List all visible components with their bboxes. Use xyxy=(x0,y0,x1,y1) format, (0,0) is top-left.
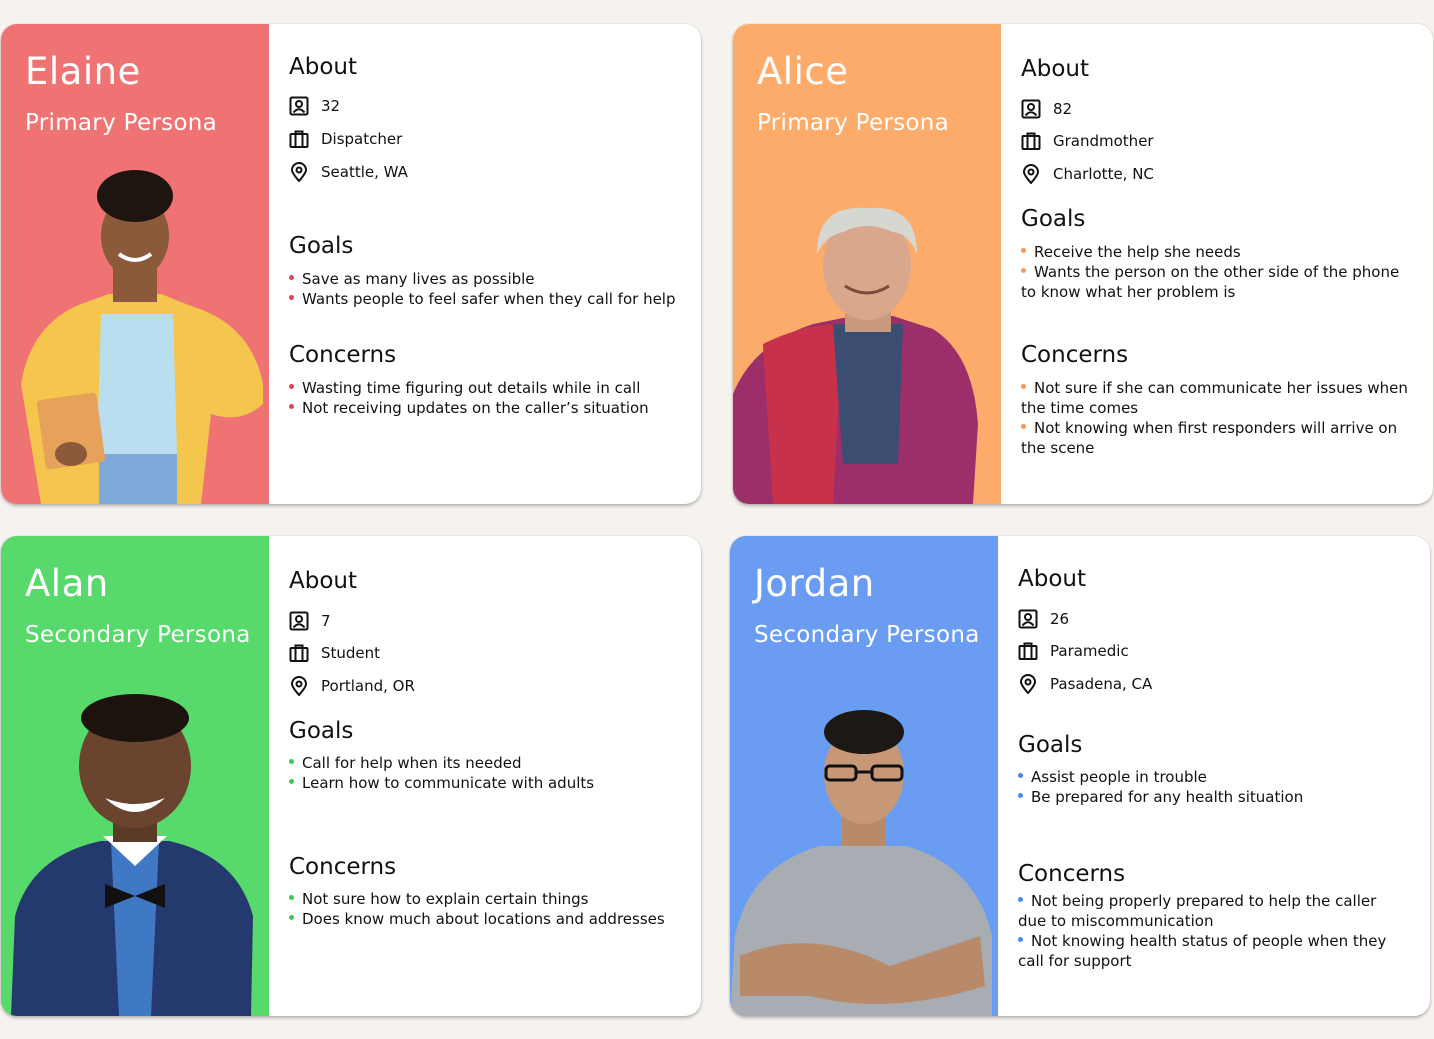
id-badge-icon xyxy=(289,611,309,631)
briefcase-icon xyxy=(289,644,309,662)
persona-role: Primary Persona xyxy=(757,110,950,136)
goals-list: Assist people in trouble Be prepared for… xyxy=(1018,767,1406,807)
persona-photo xyxy=(11,694,253,1016)
about-location-row: Seattle, WA xyxy=(289,160,408,184)
about-location: Portland, OR xyxy=(321,677,415,695)
goals-heading: Goals xyxy=(289,233,354,259)
briefcase-icon xyxy=(289,130,309,148)
concern-item: Does know much about locations and addre… xyxy=(289,909,677,929)
goal-item: Learn how to communicate with adults xyxy=(289,773,677,793)
concerns-list: Not sure if she can communicate her issu… xyxy=(1021,378,1409,458)
concerns-heading: Concerns xyxy=(1018,861,1126,887)
briefcase-icon xyxy=(1021,132,1041,150)
about-heading: About xyxy=(1018,566,1087,592)
concerns-heading: Concerns xyxy=(1021,342,1129,368)
goal-item: Receive the help she needs xyxy=(1021,242,1409,262)
goals-heading: Goals xyxy=(1018,732,1083,758)
persona-header-panel: Jordan Secondary Persona xyxy=(730,536,998,1016)
concerns-list: Not sure how to explain certain things D… xyxy=(289,889,677,929)
location-pin-icon xyxy=(290,676,308,696)
goal-item: Call for help when its needed xyxy=(289,753,677,773)
persona-role: Secondary Persona xyxy=(25,622,251,648)
about-age: 7 xyxy=(321,612,331,630)
persona-card-alan: Alan Secondary Persona About 7 Student P… xyxy=(1,536,701,1016)
about-age-row: 82 xyxy=(1021,97,1072,121)
persona-details: About 82 Grandmother Charlotte, NC Goals… xyxy=(1021,24,1409,504)
about-job-row: Student xyxy=(289,641,380,665)
persona-details: About 7 Student Portland, OR Goals Call … xyxy=(289,536,677,1016)
concerns-list: Not being properly prepared to help the … xyxy=(1018,891,1406,971)
persona-header-panel: Alan Secondary Persona xyxy=(1,536,269,1016)
persona-card-elaine: Elaine Primary Persona About 32 Dispatch… xyxy=(1,24,701,504)
location-pin-icon xyxy=(290,162,308,182)
about-age: 82 xyxy=(1053,100,1073,118)
persona-card-jordan: Jordan Secondary Persona About 26 Parame… xyxy=(730,536,1430,1016)
about-location-row: Portland, OR xyxy=(289,674,415,698)
about-age: 26 xyxy=(1050,610,1070,628)
concern-item: Not being properly prepared to help the … xyxy=(1018,892,1377,930)
concern-item: Wasting time figuring out details while … xyxy=(289,378,677,398)
about-heading: About xyxy=(289,54,358,80)
location-pin-icon xyxy=(1022,164,1040,184)
persona-photo xyxy=(730,710,992,1016)
about-job: Grandmother xyxy=(1053,132,1154,150)
persona-header-panel: Alice Primary Persona xyxy=(733,24,1001,504)
location-pin-icon xyxy=(1019,674,1037,694)
about-age-row: 26 xyxy=(1018,607,1069,631)
briefcase-icon xyxy=(1018,642,1038,660)
persona-role: Secondary Persona xyxy=(754,622,980,648)
goal-item: Wants the person on the other side of th… xyxy=(1021,263,1400,301)
about-location-row: Charlotte, NC xyxy=(1021,162,1154,186)
about-heading: About xyxy=(1021,56,1090,82)
persona-details: About 32 Dispatcher Seattle, WA Goals Sa… xyxy=(289,24,677,504)
persona-card-alice: Alice Primary Persona About 82 Grandmoth… xyxy=(733,24,1433,504)
concerns-heading: Concerns xyxy=(289,854,397,880)
about-job: Paramedic xyxy=(1050,642,1129,660)
id-badge-icon xyxy=(289,96,309,116)
about-heading: About xyxy=(289,568,358,594)
concern-item: Not receiving updates on the caller’s si… xyxy=(289,398,677,418)
about-location-row: Pasadena, CA xyxy=(1018,672,1152,696)
concerns-heading: Concerns xyxy=(289,342,397,368)
about-age: 32 xyxy=(321,97,341,115)
persona-photo xyxy=(733,207,978,504)
persona-role: Primary Persona xyxy=(25,110,218,136)
about-job-row: Grandmother xyxy=(1021,129,1154,153)
concerns-list: Wasting time figuring out details while … xyxy=(289,378,677,418)
goal-item: Wants people to feel safer when they cal… xyxy=(289,289,677,309)
goals-heading: Goals xyxy=(1021,206,1086,232)
concern-item: Not knowing when first responders will a… xyxy=(1021,419,1398,457)
id-badge-icon xyxy=(1018,609,1038,629)
persona-photo xyxy=(21,170,263,504)
persona-header-panel: Elaine Primary Persona xyxy=(1,24,269,504)
concern-item: Not knowing health status of people when… xyxy=(1018,932,1387,970)
persona-name: Jordan xyxy=(754,562,875,605)
goal-item: Save as many lives as possible xyxy=(289,269,677,289)
persona-name: Elaine xyxy=(25,50,141,93)
about-job: Student xyxy=(321,644,381,662)
goal-item: Assist people in trouble xyxy=(1018,767,1406,787)
goals-heading: Goals xyxy=(289,718,354,744)
id-badge-icon xyxy=(1021,99,1041,119)
about-location: Charlotte, NC xyxy=(1053,165,1154,183)
concern-item: Not sure if she can communicate her issu… xyxy=(1021,379,1408,417)
about-job-row: Dispatcher xyxy=(289,127,402,151)
goals-list: Save as many lives as possible Wants peo… xyxy=(289,269,677,309)
goal-item: Be prepared for any health situation xyxy=(1018,787,1406,807)
persona-name: Alice xyxy=(757,50,849,93)
about-age-row: 32 xyxy=(289,94,340,118)
goals-list: Receive the help she needs Wants the per… xyxy=(1021,242,1409,302)
goals-list: Call for help when its needed Learn how … xyxy=(289,753,677,793)
about-location: Seattle, WA xyxy=(321,163,408,181)
about-location: Pasadena, CA xyxy=(1050,675,1153,693)
concern-item: Not sure how to explain certain things xyxy=(289,889,677,909)
about-job-row: Paramedic xyxy=(1018,639,1129,663)
persona-name: Alan xyxy=(25,562,109,605)
persona-details: About 26 Paramedic Pasadena, CA Goals As… xyxy=(1018,536,1406,1016)
about-age-row: 7 xyxy=(289,609,331,633)
about-job: Dispatcher xyxy=(321,130,403,148)
